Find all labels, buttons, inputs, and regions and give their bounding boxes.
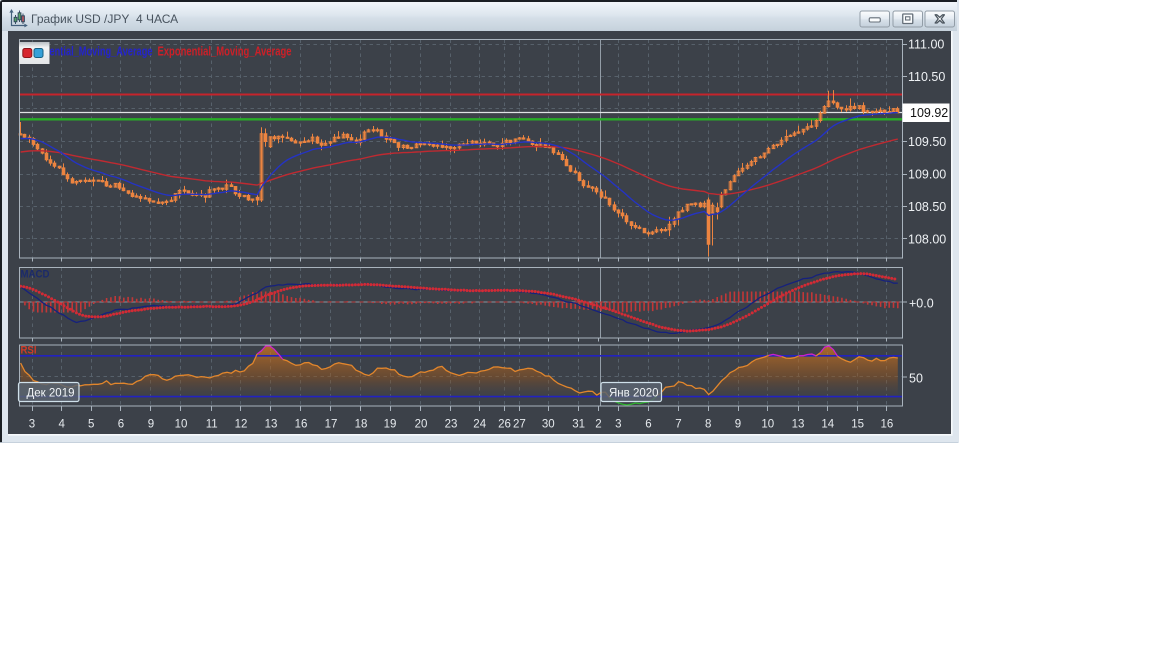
svg-text:2: 2: [595, 419, 601, 431]
svg-text:10: 10: [175, 419, 188, 431]
svg-text:13: 13: [265, 419, 278, 431]
svg-text:График USD /JPY 4 ЧАСА: График USD /JPY 4 ЧАСА: [31, 12, 178, 26]
svg-text:17: 17: [325, 419, 338, 431]
svg-text:111.00: 111.00: [908, 38, 944, 52]
svg-text:7: 7: [675, 419, 681, 431]
svg-text:16: 16: [881, 419, 894, 431]
svg-text:Exponential_Moving_Average: Exponential_Moving_Average: [158, 45, 292, 59]
svg-text:RSI: RSI: [21, 345, 37, 357]
svg-text:ential_Moving_Average: ential_Moving_Average: [50, 45, 153, 59]
svg-text:6: 6: [118, 419, 124, 431]
svg-text:109.92: 109.92: [910, 106, 948, 120]
svg-text:24: 24: [473, 419, 486, 431]
svg-text:27: 27: [513, 419, 526, 431]
svg-text:26: 26: [498, 419, 511, 431]
svg-text:15: 15: [851, 419, 864, 431]
svg-text:23: 23: [445, 419, 458, 431]
svg-text:110.50: 110.50: [908, 70, 945, 84]
svg-text:16: 16: [295, 419, 308, 431]
svg-text:108.00: 108.00: [908, 233, 946, 247]
svg-text:9: 9: [735, 419, 741, 431]
svg-text:4: 4: [58, 419, 65, 431]
svg-text:19: 19: [384, 419, 397, 431]
svg-text:6: 6: [645, 419, 651, 431]
svg-text:14: 14: [821, 419, 834, 431]
svg-text:Дек 2019: Дек 2019: [27, 388, 75, 400]
svg-text:108.50: 108.50: [908, 200, 946, 214]
svg-text:109.50: 109.50: [908, 135, 946, 149]
svg-text:3: 3: [615, 419, 621, 431]
svg-text:MACD: MACD: [21, 269, 50, 281]
svg-text:10: 10: [761, 419, 774, 431]
svg-text:50: 50: [909, 372, 923, 386]
svg-text:109.00: 109.00: [908, 168, 946, 182]
svg-text:8: 8: [705, 419, 711, 431]
svg-text:31: 31: [572, 419, 585, 431]
svg-text:5: 5: [88, 419, 94, 431]
svg-text:11: 11: [206, 419, 218, 431]
svg-text:30: 30: [542, 419, 555, 431]
svg-text:18: 18: [355, 419, 368, 431]
svg-text:Янв 2020: Янв 2020: [609, 388, 659, 400]
svg-text:20: 20: [415, 419, 428, 431]
svg-text:+0.0: +0.0: [909, 297, 934, 311]
svg-text:12: 12: [235, 419, 248, 431]
svg-text:9: 9: [148, 419, 154, 431]
svg-text:13: 13: [792, 419, 805, 431]
svg-text:3: 3: [29, 419, 35, 431]
